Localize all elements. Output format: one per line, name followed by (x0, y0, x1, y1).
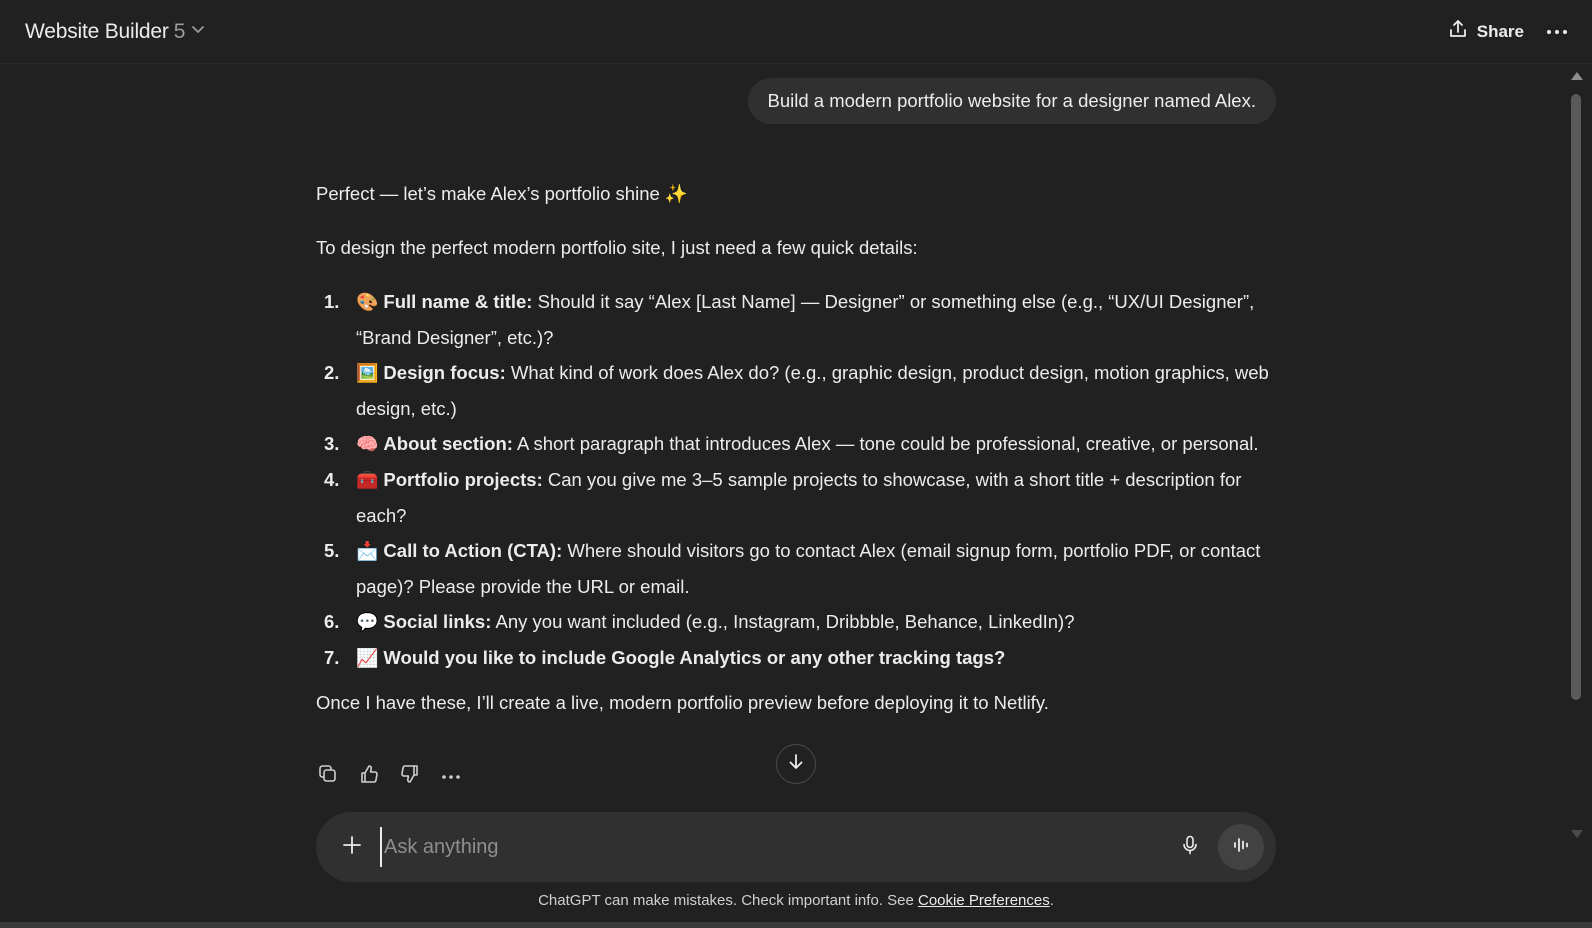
thumbs-up-icon (358, 763, 380, 790)
list-item: 2. 🖼️ Design focus: What kind of work doe… (316, 355, 1278, 426)
more-icon (1546, 23, 1568, 41)
share-label: Share (1476, 21, 1524, 41)
list-item: 7. 📈 Would you like to include Google Ana… (316, 640, 1278, 676)
list-item: 5. 📩 Call to Action (CTA): Where should v… (316, 533, 1278, 604)
list-item: 4. 🧰 Portfolio projects: Can you give me … (316, 462, 1278, 533)
chart-increasing-icon: 📈 (356, 648, 379, 668)
chevron-down-icon (190, 21, 206, 42)
voice-mode-button[interactable] (1218, 824, 1264, 870)
toolbox-icon: 🧰 (356, 470, 379, 490)
brain-icon: 🧠 (356, 434, 379, 454)
header-actions: Share (1447, 18, 1568, 45)
copy-button[interactable] (316, 764, 340, 788)
copy-icon (317, 763, 339, 790)
list-number: 5. (324, 540, 340, 561)
list-item-text: A short paragraph that introduces Alex —… (512, 433, 1259, 454)
list-number: 1. (324, 291, 340, 312)
scroll-to-bottom-button[interactable] (776, 744, 816, 784)
window-bottom-edge (0, 922, 1592, 928)
more-options-button[interactable] (1546, 23, 1568, 41)
question-list: 1. 🎨 Full name & title: Should it say “Al… (316, 284, 1278, 676)
top-bar: Website Builder 5 Share (0, 0, 1592, 64)
list-item: 3. 🧠 About section: A short paragraph tha… (316, 426, 1278, 462)
assistant-outro: Once I have these, I’ll create a live, m… (316, 692, 1049, 713)
list-number: 7. (324, 647, 340, 668)
mic-icon (1179, 834, 1201, 861)
scrollbar[interactable] (1568, 72, 1584, 838)
list-number: 4. (324, 469, 340, 490)
message-actions (316, 764, 463, 788)
list-item-title: About section: (383, 433, 513, 454)
scroll-down-arrow[interactable] (1571, 830, 1583, 838)
voice-icon (1231, 835, 1251, 860)
list-item: 1. 🎨 Full name & title: Should it say “Al… (316, 284, 1278, 355)
thumbs-down-icon (399, 763, 421, 790)
good-response-button[interactable] (357, 764, 381, 788)
model-name: Website Builder (25, 19, 169, 43)
model-version: 5 (173, 19, 186, 43)
list-item-text: Any you want included (e.g., Instagram, … (491, 611, 1075, 632)
list-item: 6. 💬 Social links: Any you want included … (316, 604, 1278, 640)
list-item-title: Full name & title: (383, 291, 533, 312)
more-icon (441, 767, 461, 785)
picture-icon: 🖼️ (356, 363, 379, 383)
add-attachment-button[interactable] (338, 833, 366, 861)
chat-app: Website Builder 5 Share Build a modern p… (0, 0, 1592, 928)
share-button[interactable]: Share (1447, 18, 1524, 45)
scroll-up-arrow[interactable] (1571, 72, 1583, 80)
list-item-title: Design focus: (383, 362, 506, 383)
dictate-button[interactable] (1172, 829, 1208, 865)
disclaimer-suffix: . (1049, 892, 1054, 909)
disclaimer: ChatGPT can make mistakes. Check importa… (0, 892, 1592, 909)
scroll-thumb[interactable] (1571, 94, 1581, 700)
model-switcher[interactable]: Website Builder 5 (25, 20, 206, 44)
list-number: 3. (324, 433, 340, 454)
more-actions-button[interactable] (439, 764, 463, 788)
disclaimer-text: ChatGPT can make mistakes. Check importa… (538, 892, 918, 909)
list-item-title: Social links: (383, 611, 492, 632)
list-item-title: Would you like to include Google Analyti… (383, 647, 1006, 668)
plus-icon (341, 834, 363, 861)
prompt-input[interactable] (380, 827, 1172, 867)
cookie-preferences-link[interactable]: Cookie Preferences (918, 892, 1050, 909)
user-message: Build a modern portfolio website for a d… (747, 78, 1276, 124)
list-number: 2. (324, 362, 340, 383)
assistant-message: Perfect — let’s make Alex’s portfolio sh… (316, 176, 1278, 739)
list-item-title: Call to Action (CTA): (383, 540, 563, 561)
speech-bubble-icon: 💬 (356, 612, 379, 632)
list-number: 6. (324, 611, 340, 632)
share-icon (1447, 18, 1469, 45)
envelope-icon: 📩 (356, 541, 379, 561)
palette-icon: 🎨 (356, 292, 379, 312)
assistant-lead: To design the perfect modern portfolio s… (316, 237, 918, 258)
bad-response-button[interactable] (398, 764, 422, 788)
list-item-title: Portfolio projects: (383, 469, 543, 490)
assistant-intro: Perfect — let’s make Alex’s portfolio sh… (316, 183, 688, 204)
arrow-down-icon (786, 752, 806, 777)
composer (316, 812, 1276, 882)
